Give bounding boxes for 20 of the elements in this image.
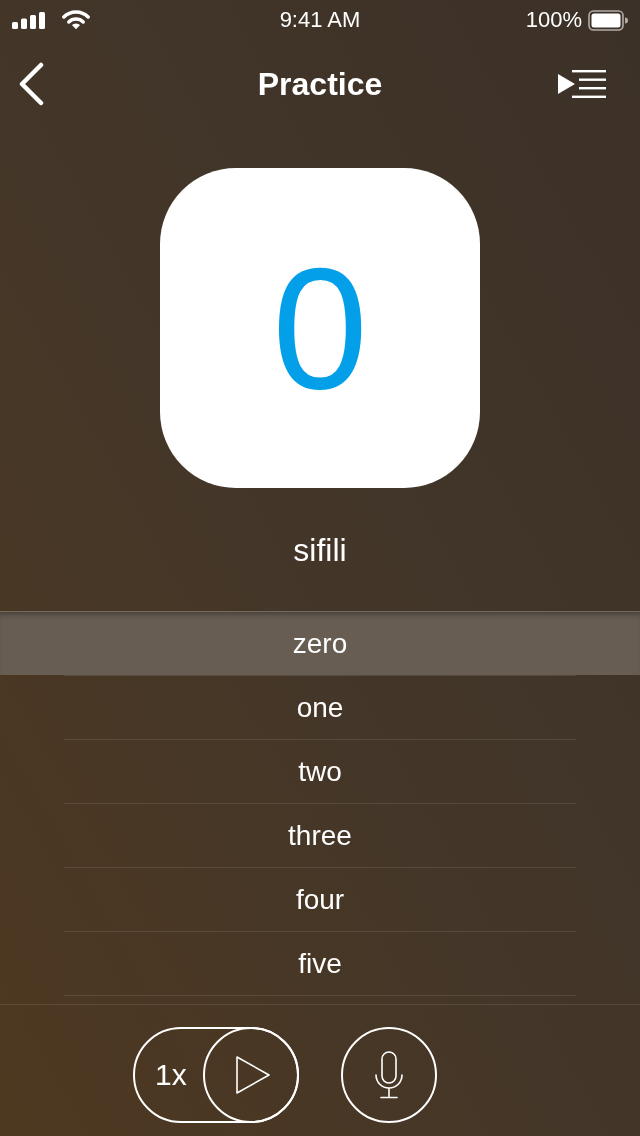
battery-percentage: 100% (525, 9, 582, 31)
answer-option[interactable]: zero (0, 612, 640, 675)
battery-icon (588, 9, 628, 31)
play-icon (236, 1056, 270, 1094)
chevron-left-icon (18, 62, 44, 106)
signal-icon (12, 11, 45, 29)
answer-option[interactable]: four (0, 868, 640, 931)
microphone-icon (375, 1051, 403, 1099)
answer-option[interactable]: two (0, 740, 640, 803)
answer-option[interactable]: five (0, 932, 640, 995)
card-numeral: 0 (272, 242, 368, 414)
play-button[interactable] (203, 1027, 299, 1123)
wifi-icon (62, 10, 90, 30)
prompt-word: sifili (293, 534, 347, 566)
nav-title: Practice (257, 68, 383, 100)
answer-option[interactable]: one (0, 676, 640, 739)
play-list-icon (558, 70, 606, 98)
status-time: 9:41 AM (279, 9, 361, 31)
microphone-button[interactable] (341, 1027, 437, 1123)
answer-option[interactable]: three (0, 804, 640, 867)
